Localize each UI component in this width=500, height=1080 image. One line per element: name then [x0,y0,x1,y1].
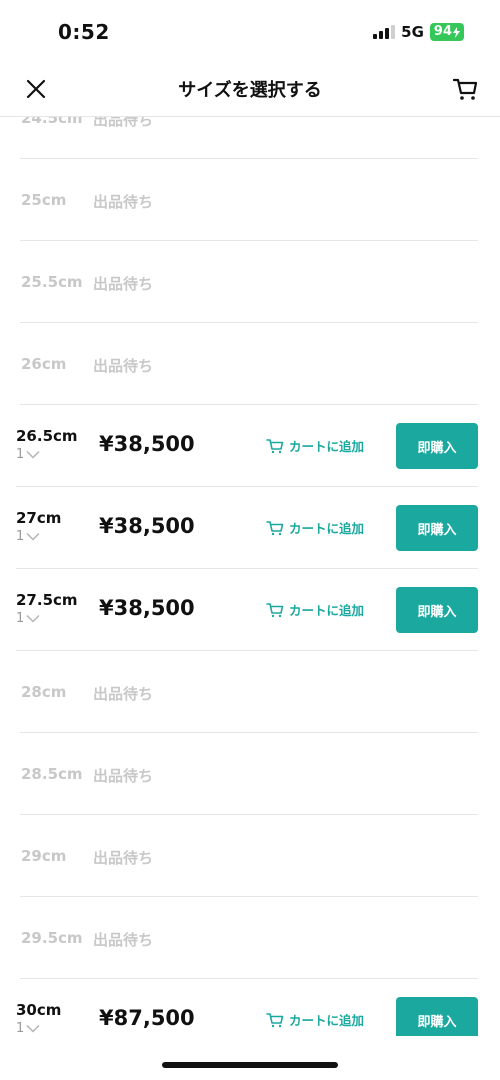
add-to-cart-button[interactable]: カートに追加 [266,436,364,455]
cart-icon [266,438,284,453]
size-label: 27.5cm [16,591,78,609]
add-to-cart-button[interactable]: カートに追加 [266,518,364,537]
waiting-status: 出品待ち [93,685,154,703]
size-label: 25cm [21,191,67,209]
battery-icon: 94 [429,23,464,41]
buy-now-button[interactable]: 即購入 [396,505,478,551]
size-list-viewport[interactable]: 24.5cm 出品待ち 25cm 出品待ち 25.5cm 出品待ち 26cm 出品待ち 26.5… [0,117,500,1036]
battery-level: 94 [433,24,452,39]
status-bar: 0:52 5G 94 [0,0,500,60]
quantity-selector[interactable]: 1 [16,529,40,544]
size-row: 25.5cm 出品待ち [20,241,478,323]
status-indicators: 5G 94 [373,22,464,42]
size-row: 29cm 出品待ち [20,815,478,897]
size-list: 24.5cm 出品待ち 25cm 出品待ち 25.5cm 出品待ち 26cm 出品待ち 26.5… [0,117,500,1036]
size-row[interactable]: 26.5cm 1 ¥38,500 カートに追加 即購入 [16,405,478,487]
chevron-down-icon [26,614,40,623]
price: ¥87,500 [99,1006,195,1030]
chevron-down-icon [26,450,40,459]
charging-bolt-icon [453,26,460,38]
size-row[interactable]: 30cm 1 ¥87,500 カートに追加 即購入 [16,979,478,1036]
size-label: 26cm [21,355,67,373]
quantity-value: 1 [16,611,25,626]
home-indicator [162,1062,338,1068]
add-to-cart-label: カートに追加 [289,603,365,618]
add-to-cart-button[interactable]: カートに追加 [266,1010,364,1029]
size-row: 28cm 出品待ち [20,651,478,733]
size-label: 30cm [16,1001,62,1019]
cart-icon [266,602,284,617]
quantity-selector[interactable]: 1 [16,611,40,626]
cart-icon [266,520,284,535]
buy-now-button[interactable]: 即購入 [396,423,478,469]
size-row[interactable]: 27cm 1 ¥38,500 カートに追加 即購入 [16,487,478,569]
quantity-value: 1 [16,529,25,544]
waiting-status: 出品待ち [93,767,154,785]
cart-icon [452,78,478,100]
cart-button[interactable] [448,73,482,105]
quantity-value: 1 [16,447,25,462]
waiting-status: 出品待ち [93,931,154,949]
size-label: 28cm [21,683,67,701]
add-to-cart-label: カートに追加 [289,1013,365,1028]
price: ¥38,500 [99,432,195,456]
size-label: 28.5cm [21,765,83,783]
quantity-selector[interactable]: 1 [16,1021,40,1036]
size-row: 28.5cm 出品待ち [20,733,478,815]
waiting-status: 出品待ち [93,275,154,293]
size-label: 29cm [21,847,67,865]
add-to-cart-label: カートに追加 [289,521,365,536]
size-row: 26cm 出品待ち [20,323,478,405]
waiting-status: 出品待ち [93,849,154,867]
size-row: 29.5cm 出品待ち [20,897,478,979]
size-row: 25cm 出品待ち [20,159,478,241]
size-row: 24.5cm 出品待ち [20,117,478,159]
buy-now-button[interactable]: 即購入 [396,997,478,1036]
size-label: 26.5cm [16,427,78,445]
add-to-cart-button[interactable]: カートに追加 [266,600,364,619]
price: ¥38,500 [99,514,195,538]
signal-icon [373,25,396,39]
chevron-down-icon [26,532,40,541]
size-label: 27cm [16,509,62,527]
add-to-cart-label: カートに追加 [289,439,365,454]
chevron-down-icon [26,1024,40,1033]
size-label: 24.5cm [21,117,83,127]
quantity-value: 1 [16,1021,25,1036]
size-label: 25.5cm [21,273,83,291]
size-row[interactable]: 27.5cm 1 ¥38,500 カートに追加 即購入 [16,569,478,651]
price: ¥38,500 [99,596,195,620]
buy-now-button[interactable]: 即購入 [396,587,478,633]
quantity-selector[interactable]: 1 [16,447,40,462]
waiting-status: 出品待ち [93,357,154,375]
page-title: サイズを選択する [178,80,322,101]
status-time: 0:52 [58,20,110,44]
network-label: 5G [401,23,424,41]
cart-icon [266,1012,284,1027]
waiting-status: 出品待ち [93,193,154,211]
waiting-status: 出品待ち [93,117,154,129]
header: サイズを選択する [0,62,500,117]
size-label: 29.5cm [21,929,83,947]
